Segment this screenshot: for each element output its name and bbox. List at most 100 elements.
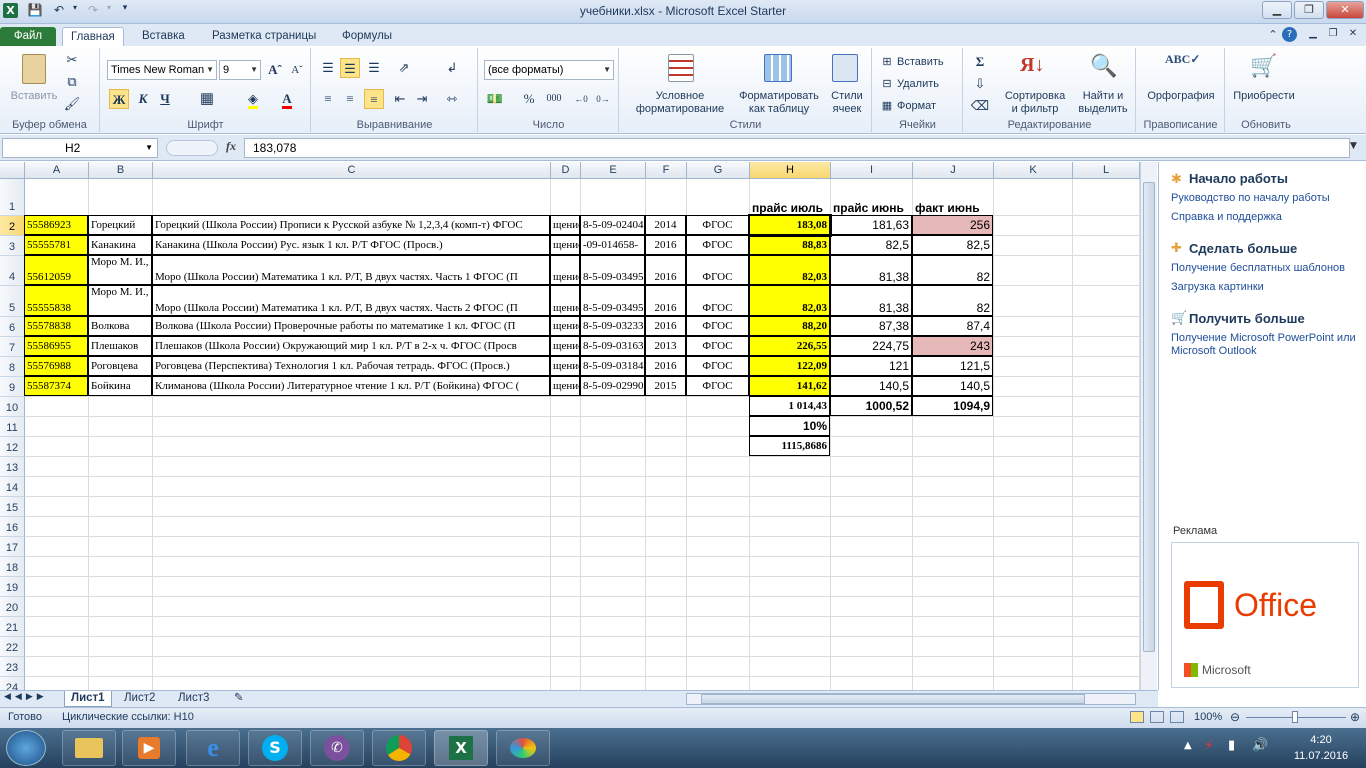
cell-h5[interactable]: 82,03 <box>749 285 830 316</box>
font-size-select[interactable]: 9 ▼ <box>219 60 261 80</box>
grid-cell[interactable] <box>1073 179 1140 216</box>
row-header-1[interactable]: 1 <box>0 179 25 216</box>
grid-cell[interactable] <box>913 417 994 437</box>
minimize-button[interactable]: ▁ <box>1262 1 1292 19</box>
paint-icon[interactable] <box>496 730 550 766</box>
cell-d9[interactable]: щение <box>550 376 580 396</box>
grid-cell[interactable] <box>994 437 1073 457</box>
grid-cell[interactable] <box>913 457 994 477</box>
grid-cell[interactable] <box>89 457 153 477</box>
insert-cells-icon[interactable]: ⊞ <box>877 52 897 72</box>
horizontal-scroll-thumb[interactable] <box>701 694 1085 704</box>
grid-cell[interactable] <box>994 417 1073 437</box>
grid-cell[interactable] <box>646 397 687 417</box>
column-header-j[interactable]: J <box>913 162 994 179</box>
row-header-16[interactable]: 16 <box>0 517 25 537</box>
grid-cell[interactable] <box>646 577 687 597</box>
cell-c5[interactable]: Моро (Школа России) Математика 1 кл. Р/Т… <box>152 285 550 316</box>
grid-cell[interactable] <box>153 397 551 417</box>
cell-g6[interactable]: ФГОС <box>686 316 749 336</box>
cell-g3[interactable]: ФГОС <box>686 235 749 255</box>
grid-cell[interactable] <box>581 497 646 517</box>
grid-cell[interactable] <box>831 557 913 577</box>
grid-cell[interactable] <box>581 557 646 577</box>
link-get-powerpoint-outlook[interactable]: Получение Microsoft PowerPoint или Micro… <box>1171 332 1363 358</box>
cell-j9[interactable]: 140,5 <box>912 376 993 396</box>
cell-j5[interactable]: 82 <box>912 285 993 316</box>
sort-filter-button[interactable]: Сортировка и фильтр <box>1002 90 1068 116</box>
grid-cell[interactable] <box>646 657 687 677</box>
cell-d6[interactable]: щение <box>550 316 580 336</box>
align-center-icon[interactable]: ≡ <box>340 89 360 109</box>
grid-cell[interactable] <box>1073 577 1140 597</box>
grid-cell[interactable] <box>831 537 913 557</box>
cell-styles-icon[interactable] <box>832 54 858 82</box>
grid-cell[interactable] <box>25 677 89 690</box>
grid-cell[interactable] <box>25 179 89 216</box>
grid-cell[interactable] <box>994 337 1073 357</box>
row-header-4[interactable]: 4 <box>0 256 25 286</box>
grid-cell[interactable] <box>89 677 153 690</box>
grid-cell[interactable] <box>1073 557 1140 577</box>
cut-icon[interactable]: ✂ <box>62 50 82 70</box>
grid-cell[interactable] <box>687 477 750 497</box>
cell-b3[interactable]: Канакина <box>88 235 152 255</box>
grid-cell[interactable] <box>913 517 994 537</box>
grid-cell[interactable] <box>551 577 581 597</box>
row-header-8[interactable]: 8 <box>0 357 25 377</box>
row-header-20[interactable]: 20 <box>0 597 25 617</box>
ribbon-minimize-icon[interactable]: ⌃ <box>1264 28 1282 45</box>
grid-cell[interactable] <box>831 677 913 690</box>
cell-f2[interactable]: 2014 <box>645 215 686 235</box>
column-header-l[interactable]: L <box>1073 162 1140 179</box>
cell-c8[interactable]: Роговцева (Перспектива) Технология 1 кл.… <box>152 356 550 376</box>
cell-i7[interactable]: 224,75 <box>830 336 912 356</box>
grid-cell[interactable] <box>89 597 153 617</box>
column-header-b[interactable]: B <box>89 162 153 179</box>
grid-cell[interactable] <box>831 637 913 657</box>
grid-cell[interactable] <box>750 657 831 677</box>
grid-cell[interactable] <box>831 417 913 437</box>
grid-cell[interactable] <box>687 637 750 657</box>
grid-cell[interactable] <box>551 657 581 677</box>
grid-cell[interactable] <box>687 457 750 477</box>
grid-cell[interactable] <box>994 637 1073 657</box>
column-header-i[interactable]: I <box>831 162 913 179</box>
tab-insert[interactable]: Вставка <box>134 27 193 46</box>
grid-cell[interactable] <box>1073 236 1140 256</box>
worksheet-grid[interactable]: ABCDEFGHIJKL 1 2 3 4 5 6 7 8 9 10 11 12 13 14 15 16 17 18… <box>0 162 1140 690</box>
cell-f5[interactable]: 2016 <box>645 285 686 316</box>
grid-cell[interactable] <box>831 437 913 457</box>
grid-cell[interactable] <box>581 597 646 617</box>
column-header-d[interactable]: D <box>551 162 581 179</box>
row-header-14[interactable]: 14 <box>0 477 25 497</box>
header-j1[interactable]: факт июнь <box>913 179 994 216</box>
internet-explorer-icon[interactable]: e <box>186 730 240 766</box>
zoom-out-icon[interactable]: ⊖ <box>1230 710 1240 724</box>
font-color-icon[interactable]: A <box>277 89 297 109</box>
grow-font-icon[interactable]: Aˆ <box>265 60 285 80</box>
grid-cell[interactable] <box>581 517 646 537</box>
grid-cell[interactable] <box>1073 216 1140 236</box>
grid-cell[interactable] <box>153 577 551 597</box>
grid-cell[interactable] <box>153 637 551 657</box>
conditional-format-icon[interactable] <box>668 54 694 82</box>
help-icon[interactable]: ? <box>1282 27 1297 42</box>
grid-cell[interactable] <box>994 517 1073 537</box>
purchase-cart-icon[interactable]: 🛒 <box>1250 54 1280 82</box>
grid-cell[interactable] <box>994 617 1073 637</box>
cell-c7[interactable]: Плешаков (Школа России) Окружающий мир 1… <box>152 336 550 356</box>
grid-cell[interactable] <box>646 179 687 216</box>
grid-cell[interactable] <box>1073 317 1140 337</box>
grid-cell[interactable] <box>1073 677 1140 690</box>
row-header-11[interactable]: 11 <box>0 417 25 437</box>
grid-cell[interactable] <box>153 457 551 477</box>
grid-cell[interactable] <box>646 597 687 617</box>
start-button-icon[interactable] <box>6 730 46 766</box>
format-painter-icon[interactable]: 🖌 <box>62 94 82 114</box>
cell-i2[interactable]: 181,63 <box>830 215 912 235</box>
grid-cell[interactable] <box>646 677 687 690</box>
grid-cell[interactable] <box>25 517 89 537</box>
grid-cell[interactable] <box>687 577 750 597</box>
row-header-24[interactable]: 24 <box>0 677 25 690</box>
